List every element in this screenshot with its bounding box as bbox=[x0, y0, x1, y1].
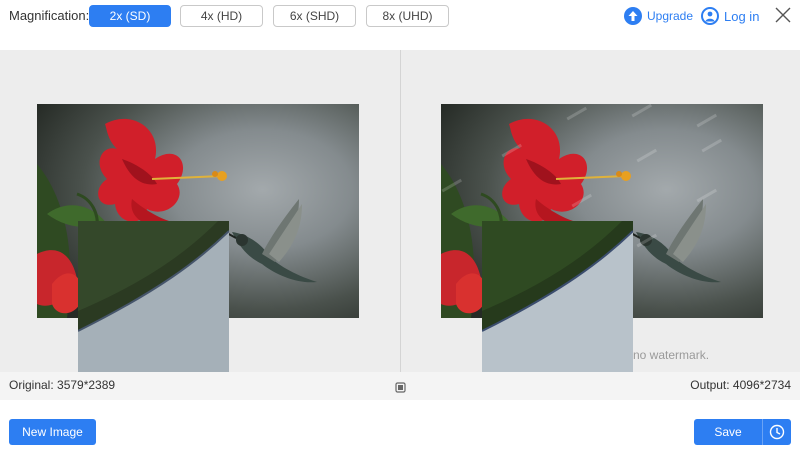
save-button-group: Save bbox=[694, 419, 791, 445]
magnification-6x-button[interactable]: 6x (SHD) bbox=[273, 5, 356, 27]
user-icon bbox=[701, 7, 719, 25]
magnification-8x-button[interactable]: 8x (UHD) bbox=[366, 5, 449, 27]
magnification-2x-button[interactable]: 2x (SD) bbox=[89, 5, 171, 27]
magnification-4x-button[interactable]: 4x (HD) bbox=[180, 5, 263, 27]
preview-area: no watermark. bbox=[0, 50, 800, 372]
output-resolution: Output: 4096*2734 bbox=[690, 378, 791, 392]
split-divider[interactable] bbox=[400, 50, 401, 372]
compare-toggle-icon[interactable] bbox=[395, 380, 406, 393]
output-zoom-view bbox=[482, 221, 633, 372]
watermark-note: no watermark. bbox=[633, 348, 710, 362]
resolution-info-bar: Original: 3579*2389 Output: 4096*2734 bbox=[0, 372, 800, 400]
login-label: Log in bbox=[724, 8, 760, 24]
clock-icon[interactable] bbox=[763, 419, 791, 445]
upgrade-label: Upgrade bbox=[647, 9, 694, 23]
top-toolbar: Magnification: 2x (SD) 4x (HD) 6x (SHD) … bbox=[0, 0, 800, 50]
save-button[interactable]: Save bbox=[694, 419, 763, 445]
upgrade-link[interactable]: Upgrade bbox=[624, 6, 693, 26]
original-zoom-view bbox=[78, 221, 229, 372]
magnification-label: Magnification: bbox=[9, 8, 90, 23]
new-image-button[interactable]: New Image bbox=[9, 419, 96, 445]
original-resolution: Original: 3579*2389 bbox=[9, 378, 116, 392]
upload-arrow-icon bbox=[624, 7, 642, 25]
close-icon[interactable] bbox=[774, 6, 792, 24]
login-link[interactable]: Log in bbox=[701, 6, 759, 26]
